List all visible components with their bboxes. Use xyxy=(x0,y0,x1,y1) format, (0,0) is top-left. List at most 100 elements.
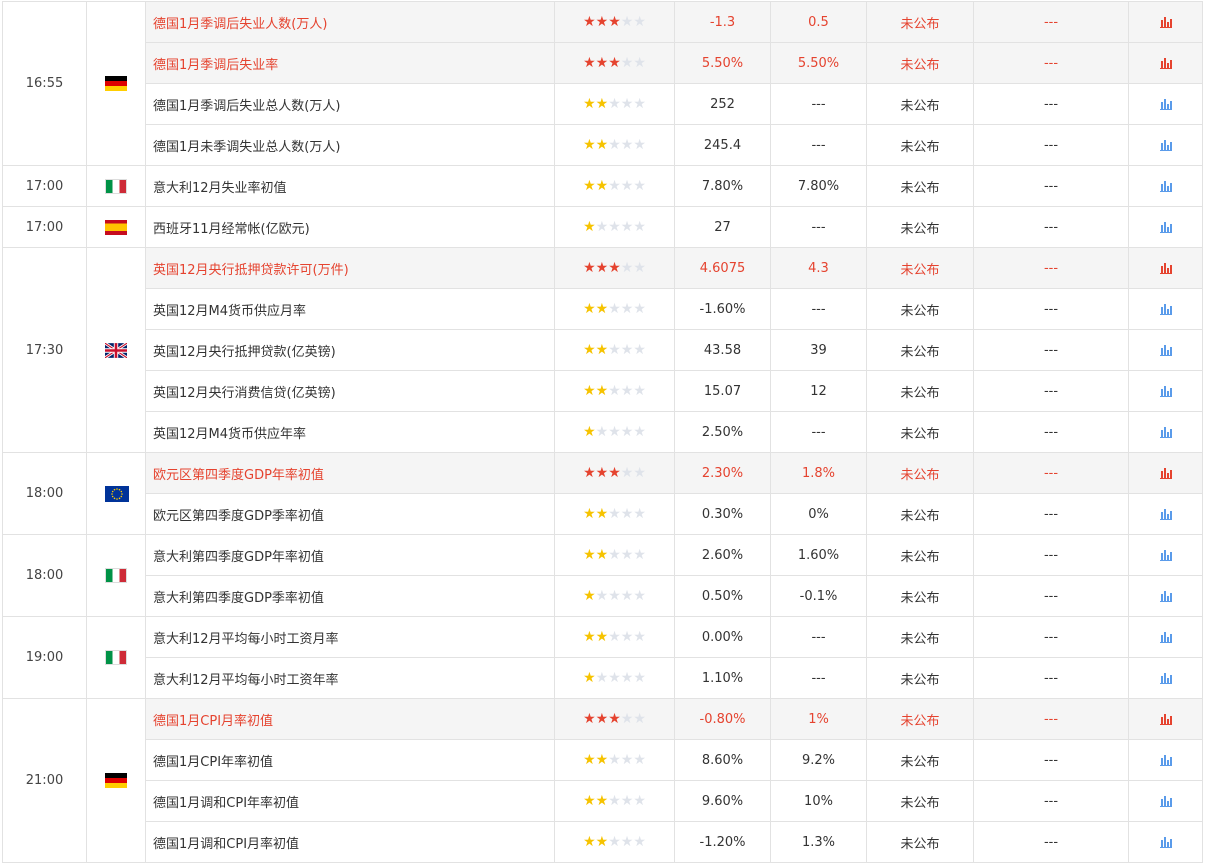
event-time: 18:00 xyxy=(2,534,87,617)
event-name[interactable]: 意大利第四季度GDP季率初值 xyxy=(145,575,555,617)
bar-chart-icon[interactable] xyxy=(1159,221,1172,233)
star-icon: ★ xyxy=(608,711,621,727)
bar-chart-icon[interactable] xyxy=(1159,467,1172,479)
bar-chart-icon[interactable] xyxy=(1159,795,1172,807)
event-time: 19:00 xyxy=(2,616,87,699)
chart-cell xyxy=(1128,452,1203,494)
chart-cell xyxy=(1128,42,1203,84)
event-actual: 未公布 xyxy=(866,411,974,453)
event-name[interactable]: 意大利12月平均每小时工资年率 xyxy=(145,657,555,699)
event-name[interactable]: 欧元区第四季度GDP年率初值 xyxy=(145,452,555,494)
star-icon: ★ xyxy=(583,260,596,276)
star-icon: ★ xyxy=(608,14,621,30)
bar-chart-icon[interactable] xyxy=(1159,98,1172,110)
bar-chart-icon[interactable] xyxy=(1159,180,1172,192)
event-name[interactable]: 意大利第四季度GDP年率初值 xyxy=(145,534,555,576)
event-forecast: 5.50% xyxy=(770,42,867,84)
table-row: 欧元区第四季度GDP季率初值 ★★★★★ 0.30% 0% 未公布 --- xyxy=(3,493,1203,535)
bar-chart-icon[interactable] xyxy=(1159,836,1172,848)
flag-es-icon xyxy=(105,219,127,235)
bar-chart-icon[interactable] xyxy=(1159,672,1172,684)
bar-chart-icon[interactable] xyxy=(1159,385,1172,397)
bar-chart-icon[interactable] xyxy=(1159,713,1172,725)
event-name[interactable]: 德国1月调和CPI年率初值 xyxy=(145,780,555,822)
country-flag-cell xyxy=(86,698,146,863)
importance-stars: ★★★★★ xyxy=(554,534,675,576)
event-forecast: --- xyxy=(770,288,867,330)
star-icon: ★ xyxy=(595,342,609,358)
star-icon: ★ xyxy=(608,342,621,358)
event-name[interactable]: 德国1月季调后失业总人数(万人) xyxy=(145,83,555,125)
star-icon: ★ xyxy=(633,14,646,30)
event-impact: --- xyxy=(973,493,1129,535)
bar-chart-icon[interactable] xyxy=(1159,426,1172,438)
event-name[interactable]: 欧元区第四季度GDP季率初值 xyxy=(145,493,555,535)
event-previous: -1.60% xyxy=(674,288,771,330)
event-forecast: --- xyxy=(770,124,867,166)
event-name[interactable]: 英国12月M4货币供应年率 xyxy=(145,411,555,453)
star-icon: ★ xyxy=(595,260,609,276)
table-row: 17:30 英国12月央行抵押贷款许可(万件) ★★★★★ 4.6075 4.3 未公布 -… xyxy=(2,247,1203,453)
star-icon: ★ xyxy=(620,588,634,604)
star-icon: ★ xyxy=(583,506,596,522)
event-forecast: 12 xyxy=(770,370,867,412)
event-name[interactable]: 西班牙11月经常帐(亿欧元) xyxy=(145,206,555,248)
event-name[interactable]: 英国12月央行消费信贷(亿英镑) xyxy=(145,370,555,412)
country-flag-cell xyxy=(86,616,146,699)
bar-chart-icon[interactable] xyxy=(1159,631,1172,643)
calendar-table: 16:55 德国1月季调后失业人数(万人) ★★★★★ -1.3 0.5 未公布 --- 德国… xyxy=(2,1,1203,863)
bar-chart-icon[interactable] xyxy=(1159,754,1172,766)
star-icon: ★ xyxy=(583,547,596,563)
event-impact: --- xyxy=(973,821,1129,863)
bar-chart-icon[interactable] xyxy=(1159,16,1172,28)
table-row: 英国12月央行消费信贷(亿英镑) ★★★★★ 15.07 12 未公布 --- xyxy=(3,370,1203,412)
country-flag-cell xyxy=(86,1,146,166)
event-forecast: 9.2% xyxy=(770,739,867,781)
chart-cell xyxy=(1128,124,1203,166)
event-name[interactable]: 德国1月未季调失业总人数(万人) xyxy=(145,124,555,166)
bar-chart-icon[interactable] xyxy=(1159,262,1172,274)
star-icon: ★ xyxy=(583,629,596,645)
bar-chart-icon[interactable] xyxy=(1159,139,1172,151)
star-icon: ★ xyxy=(595,506,609,522)
event-forecast: 39 xyxy=(770,329,867,371)
event-previous: 9.60% xyxy=(674,780,771,822)
event-name[interactable]: 德国1月CPI年率初值 xyxy=(145,739,555,781)
star-icon: ★ xyxy=(583,301,596,317)
event-forecast: --- xyxy=(770,411,867,453)
flag-it-icon xyxy=(105,178,127,194)
event-name[interactable]: 德国1月CPI月率初值 xyxy=(145,698,555,740)
event-name[interactable]: 英国12月M4货币供应月率 xyxy=(145,288,555,330)
event-name[interactable]: 英国12月央行抵押贷款(亿英镑) xyxy=(145,329,555,371)
event-name[interactable]: 意大利12月失业率初值 xyxy=(145,165,555,207)
star-icon: ★ xyxy=(583,137,596,153)
chart-cell xyxy=(1128,206,1203,248)
chart-cell xyxy=(1128,165,1203,207)
star-icon: ★ xyxy=(633,547,646,563)
event-name[interactable]: 德国1月季调后失业人数(万人) xyxy=(145,1,555,43)
table-row: 英国12月M4货币供应年率 ★★★★★ 2.50% --- 未公布 --- xyxy=(3,411,1203,453)
event-name[interactable]: 英国12月央行抵押贷款许可(万件) xyxy=(145,247,555,289)
star-icon: ★ xyxy=(633,834,646,850)
table-row: 德国1月未季调失业总人数(万人) ★★★★★ 245.4 --- 未公布 --- xyxy=(3,124,1203,166)
bar-chart-icon[interactable] xyxy=(1159,57,1172,69)
bar-chart-icon[interactable] xyxy=(1159,549,1172,561)
event-name[interactable]: 意大利12月平均每小时工资月率 xyxy=(145,616,555,658)
chart-cell xyxy=(1128,780,1203,822)
bar-chart-icon[interactable] xyxy=(1159,590,1172,602)
star-icon: ★ xyxy=(595,178,609,194)
event-actual: 未公布 xyxy=(866,698,974,740)
star-icon: ★ xyxy=(620,793,634,809)
event-name[interactable]: 德国1月季调后失业率 xyxy=(145,42,555,84)
star-icon: ★ xyxy=(608,383,621,399)
star-rating: ★★★★★ xyxy=(583,752,646,768)
star-icon: ★ xyxy=(633,793,646,809)
star-icon: ★ xyxy=(595,711,609,727)
star-icon: ★ xyxy=(633,424,646,440)
importance-stars: ★★★★★ xyxy=(554,288,675,330)
bar-chart-icon[interactable] xyxy=(1159,303,1172,315)
bar-chart-icon[interactable] xyxy=(1159,344,1172,356)
event-name[interactable]: 德国1月调和CPI月率初值 xyxy=(145,821,555,863)
star-icon: ★ xyxy=(583,424,596,440)
bar-chart-icon[interactable] xyxy=(1159,508,1172,520)
